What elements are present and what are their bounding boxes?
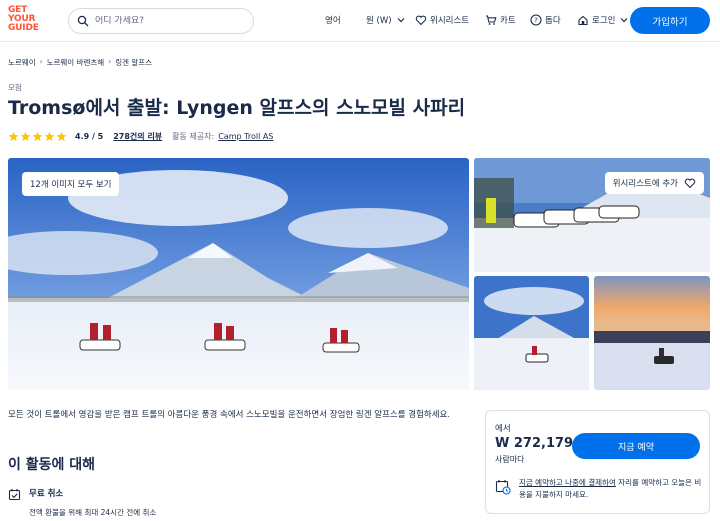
currency-selector[interactable]: 원 (W) (366, 14, 407, 26)
sunset-snowmobile-image (594, 276, 710, 390)
star-icon (8, 131, 19, 141)
price-from-label: 에서 (495, 424, 511, 434)
activity-description: 모든 것이 트롤에서 영감을 받은 캠프 트롤의 아름다운 풍경 속에서 스노모… (8, 410, 451, 420)
add-to-wishlist-label: 위시리스트에 추가 (612, 179, 678, 189)
snowmobile-mountain-image (474, 276, 589, 390)
star-icon (56, 131, 67, 141)
logo-line-3: GUIDE (8, 23, 39, 33)
language-selector[interactable]: 영어 (325, 14, 341, 26)
heart-icon (415, 15, 427, 26)
reviews-link[interactable]: 278건의 리뷰 (113, 131, 162, 142)
book-now-button[interactable]: 지금 예약 (572, 433, 700, 459)
book-later-link[interactable]: 지금 예약하고 나중에 결제하여 (519, 478, 616, 487)
about-section-title: 이 활동에 대해 (8, 457, 96, 473)
gallery-thumbnail-1[interactable]: 위시리스트에 추가 (474, 158, 710, 272)
breadcrumb-separator: › (108, 57, 112, 66)
calendar-check-icon (8, 489, 21, 501)
wishlist-link[interactable]: 위시리스트 (415, 14, 469, 26)
help-link[interactable]: ? 돕다 (530, 14, 561, 26)
user-icon (578, 15, 588, 26)
star-icon (20, 131, 31, 141)
activity-category: 모험 (8, 83, 22, 92)
cart-label: 카트 (500, 16, 516, 26)
help-label: 돕다 (545, 16, 561, 26)
rating-row: 4.9 / 5 278건의 리뷰 활동 제공자: Camp Troll AS (8, 131, 273, 142)
svg-text:?: ? (534, 17, 538, 25)
star-icon (44, 131, 55, 141)
page-title: Tromsø에서 출발: Lyngen 알프스의 스노모빌 사파리 (8, 97, 466, 119)
cart-link[interactable]: 카트 (485, 14, 516, 26)
breadcrumb-item-barents[interactable]: 노르웨이 바렌츠해 (47, 57, 105, 68)
gallery-thumbnail-3[interactable] (594, 276, 710, 390)
star-icon (32, 131, 43, 141)
star-rating (8, 131, 67, 142)
calendar-clock-icon (495, 480, 511, 495)
view-all-images-button[interactable]: 12개 이미지 모두 보기 (22, 172, 120, 196)
wishlist-label: 위시리스트 (430, 16, 470, 26)
search-input[interactable] (95, 16, 245, 26)
getyourguide-logo[interactable]: GET YOUR GUIDE (8, 6, 42, 33)
booking-card: 에서 W 272,179 사람마다 지금 예약 지금 예약하고 나중에 결제하여… (485, 410, 710, 514)
breadcrumb: 노르웨이 › 노르웨이 바렌츠해 › 링겐 알프스 (8, 57, 152, 68)
signup-button[interactable]: 가입하기 (630, 7, 710, 34)
search-box[interactable] (68, 8, 254, 34)
gallery-thumbnail-2[interactable] (474, 276, 589, 390)
provider-link[interactable]: Camp Troll AS (218, 132, 273, 141)
breadcrumb-item-norway[interactable]: 노르웨이 (8, 57, 36, 68)
currency-label: 원 (W) (366, 16, 392, 26)
feature-title: 무료 취소 (29, 489, 64, 499)
breadcrumb-item-lyngen[interactable]: 링겐 알프스 (115, 57, 152, 68)
cart-icon (486, 15, 497, 25)
breadcrumb-separator: › (39, 57, 43, 66)
feature-free-cancellation: 무료 취소 전액 환불을 위해 최대 24시간 전에 취소 (8, 487, 156, 518)
chevron-down-icon (621, 18, 628, 23)
gallery-main-image[interactable]: 12개 이미지 모두 보기 (8, 158, 469, 390)
add-to-wishlist-button[interactable]: 위시리스트에 추가 (604, 172, 704, 194)
search-icon (77, 15, 89, 27)
price-per-person: 사람마다 (495, 455, 525, 464)
language-label: 영어 (325, 16, 341, 26)
chevron-down-icon (397, 18, 404, 23)
heart-icon (684, 178, 696, 189)
login-label: 로그인 (592, 16, 616, 26)
help-icon: ? (530, 14, 542, 26)
book-now-pay-later: 지금 예약하고 나중에 결제하여 자리를 예약하고 오늘은 비용을 지불하지 마… (495, 477, 704, 501)
book-later-text: 지금 예약하고 나중에 결제하여 자리를 예약하고 오늘은 비용을 지불하지 마… (519, 477, 704, 501)
site-header: GET YOUR GUIDE 영어 원 (W) 위시리스트 카트 ? 돕다 로그… (0, 0, 720, 42)
price-value: W 272,179 (495, 436, 574, 451)
feature-description: 전액 환불을 위해 최대 24시간 전에 취소 (29, 508, 157, 517)
provider-label: 활동 제공자: (172, 132, 215, 141)
login-link[interactable]: 로그인 (577, 14, 630, 26)
rating-value: 4.9 / 5 (75, 132, 104, 141)
